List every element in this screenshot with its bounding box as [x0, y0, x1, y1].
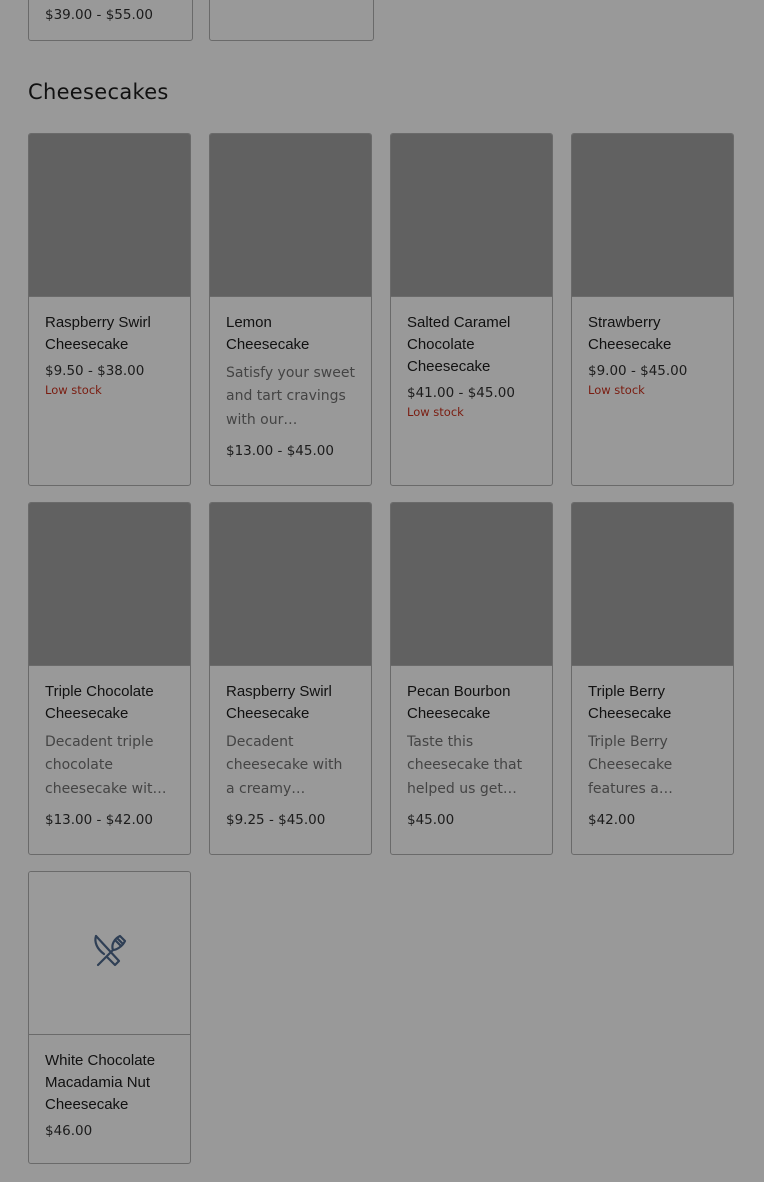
product-description: Taste this cheesecake that helped us get… — [407, 734, 523, 797]
product-name[interactable]: Triple Chocolate Cheesecake — [45, 681, 174, 725]
product-description: Satisfy your sweet and tart cravings wit… — [226, 365, 355, 428]
product-image — [572, 503, 733, 666]
product-price: $42.00 — [588, 811, 636, 828]
product-card[interactable]: Triple Berry Cheesecake Triple Berry Che… — [571, 502, 734, 855]
product-price: $45.00 — [407, 811, 455, 828]
product-name[interactable]: White Chocolate Macadamia Nut Cheesecake — [45, 1050, 174, 1116]
product-description: Triple Berry Cheesecake features a cream… — [588, 734, 673, 797]
product-description: Decadent cheesecake with a creamy textur… — [226, 734, 343, 797]
product-name[interactable]: Raspberry Swirl Cheesecake — [226, 681, 355, 725]
product-price: $13.00 - $42.00 — [45, 811, 153, 828]
product-image — [29, 134, 190, 297]
product-image — [391, 503, 552, 666]
product-card[interactable]: Triple Chocolate Cheesecake Decadent tri… — [28, 502, 191, 855]
product-card[interactable]: Salted Caramel Chocolate Cheesecake $41.… — [390, 133, 553, 486]
product-name[interactable]: Raspberry Swirl Cheesecake — [45, 312, 174, 356]
product-price: $13.00 - $45.00 — [226, 442, 334, 459]
product-image — [210, 134, 371, 297]
product-name[interactable]: Lemon Cheesecake — [226, 312, 355, 356]
product-image — [391, 134, 552, 297]
product-card[interactable]: Strawberry Cheesecake $9.00 - $45.00 Low… — [571, 133, 734, 486]
previous-product-card-2[interactable] — [209, 0, 374, 41]
product-card[interactable]: White Chocolate Macadamia Nut Cheesecake… — [28, 871, 191, 1164]
product-name[interactable]: Triple Berry Cheesecake — [588, 681, 717, 725]
product-card[interactable]: Raspberry Swirl Cheesecake $9.50 - $38.0… — [28, 133, 191, 486]
stock-badge: Low stock — [45, 383, 102, 397]
product-price: $46.00 — [45, 1123, 93, 1139]
product-price: $9.25 - $45.00 — [226, 811, 326, 828]
product-card[interactable]: Raspberry Swirl Cheesecake Decadent chee… — [209, 502, 372, 855]
product-price: $41.00 - $45.00 — [407, 385, 515, 401]
utensils-icon — [89, 930, 131, 977]
product-image-placeholder — [29, 872, 190, 1035]
product-image — [29, 503, 190, 666]
product-card[interactable]: Lemon Cheesecake Satisfy your sweet and … — [209, 133, 372, 486]
section-title: Cheesecakes — [28, 80, 169, 104]
previous-product-card-1[interactable]: $39.00 - $55.00 — [28, 0, 193, 41]
product-price: $9.50 - $38.00 — [45, 363, 145, 379]
product-price: $39.00 - $55.00 — [45, 7, 153, 23]
product-image — [572, 134, 733, 297]
stock-badge: Low stock — [407, 405, 464, 419]
product-price: $9.00 - $45.00 — [588, 363, 688, 379]
product-name[interactable]: Pecan Bourbon Cheesecake — [407, 681, 536, 725]
product-name[interactable]: Salted Caramel Chocolate Cheesecake — [407, 312, 536, 378]
product-name[interactable]: Strawberry Cheesecake — [588, 312, 717, 356]
stock-badge: Low stock — [588, 383, 645, 397]
product-card[interactable]: Pecan Bourbon Cheesecake Taste this chee… — [390, 502, 553, 855]
product-description: Decadent triple chocolate cheesecake wit… — [45, 734, 162, 797]
product-image — [210, 503, 371, 666]
